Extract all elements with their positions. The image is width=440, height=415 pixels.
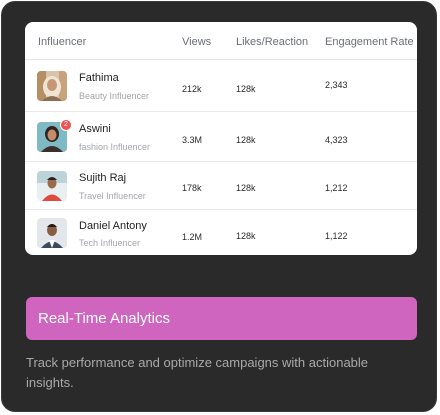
influencer-name: Aswini	[79, 123, 111, 135]
views-value: 212k	[182, 84, 202, 94]
notification-badge: 2	[60, 119, 72, 131]
table-row[interactable]: Daniel Antony Tech Influencer 1.2M 128k …	[25, 210, 417, 255]
influencer-role: Beauty Influencer	[79, 91, 150, 101]
influencer-name: Fathima	[79, 72, 119, 84]
engagement-value: 1,212	[325, 183, 348, 193]
column-header-likes: Likes/Reaction	[236, 36, 309, 48]
column-header-influencer: Influencer	[38, 36, 87, 48]
feature-description: Track performance and optimize campaigns…	[26, 355, 369, 390]
influencer-role: Travel Influencer	[79, 191, 146, 201]
woman-hijab-avatar-icon	[37, 71, 67, 101]
engagement-value: 2,343	[325, 80, 348, 90]
likes-value: 128k	[236, 84, 256, 94]
influencer-table: Influencer Views Likes/Reaction Engageme…	[25, 22, 417, 255]
views-value: 3.3M	[182, 135, 203, 145]
table-row[interactable]: Fathima Beauty Influencer 212k 128k 2,34…	[25, 60, 417, 112]
views-value: 178k	[182, 183, 202, 193]
influencer-role: fashion Influencer	[79, 142, 151, 152]
influencer-role: Tech Influencer	[79, 238, 141, 248]
likes-value: 128k	[236, 135, 256, 145]
table-row[interactable]: Sujith Raj Travel Influencer 178k 128k 1…	[25, 162, 417, 210]
column-header-views: Views	[182, 36, 212, 48]
table-header: Influencer Views Likes/Reaction Engageme…	[25, 22, 417, 60]
man-outdoor-avatar-icon	[37, 171, 67, 201]
views-value: 1.2M	[182, 232, 203, 242]
column-header-engagement-rate: Engagement Rate	[325, 36, 414, 48]
table-row[interactable]: 2 Aswini fashion Influencer 3.3M 128k 4,…	[25, 112, 417, 162]
feature-banner: Real-Time Analytics	[26, 297, 417, 340]
feature-title: Real-Time Analytics	[38, 310, 170, 327]
engagement-value: 1,122	[325, 231, 348, 241]
influencer-name: Daniel Antony	[79, 220, 147, 232]
man-avatar-icon	[37, 218, 67, 248]
engagement-value: 4,323	[325, 135, 348, 145]
likes-value: 128k	[236, 183, 256, 193]
analytics-feature-card: Influencer Views Likes/Reaction Engageme…	[1, 1, 437, 412]
influencer-name: Sujith Raj	[79, 172, 127, 184]
likes-value: 128k	[236, 231, 256, 241]
